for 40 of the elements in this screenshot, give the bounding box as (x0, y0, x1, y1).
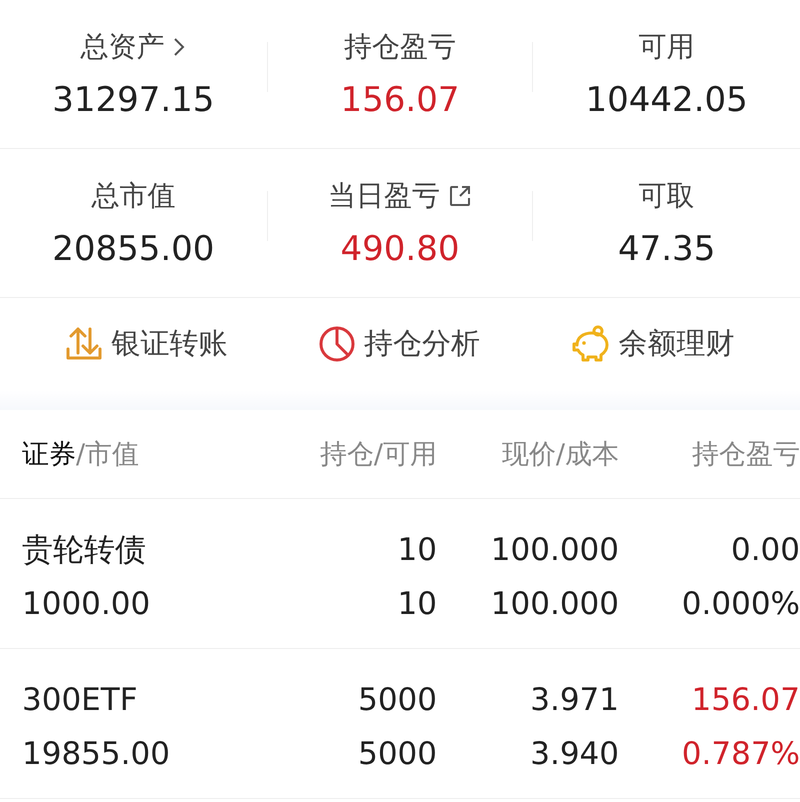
summary-value: 10442.05 (586, 80, 748, 120)
table-cell-text: 100.000 (490, 531, 619, 570)
summary-value: 31297.15 (52, 80, 214, 120)
table-cell-text: 100.000 (490, 585, 619, 624)
summary-label: 可取 (638, 178, 695, 214)
table-cell-text: 0.00 (730, 531, 800, 570)
table-cell-text: 0.000% (680, 585, 800, 624)
table-cell-text: 贵轮转债 (22, 531, 147, 570)
table-cell-text: 3.940 (529, 735, 619, 774)
summary-value: 490.80 (340, 229, 460, 269)
table-cell-text: 3.971 (529, 681, 619, 720)
table-cell-text: 1000.00 (22, 585, 152, 624)
table-cell-text: 19855.00 (22, 735, 171, 774)
summary-label: 可用 (638, 29, 695, 65)
table-cell-text: 10 (396, 531, 437, 570)
chevron-right-icon (172, 36, 186, 58)
action-link[interactable]: 余额理财 (570, 324, 735, 364)
external-link-icon (448, 184, 472, 208)
table-cell-text: 300ETF (22, 681, 139, 720)
summary-value: 20855.00 (52, 229, 214, 269)
piggy-bank-icon (570, 325, 611, 363)
table-cell-text: 5000 (357, 735, 437, 774)
table-cell-text: 156.07 (690, 681, 800, 720)
column-header: 证券 (22, 439, 76, 470)
summary-label: 总市值 (91, 178, 176, 214)
column-header: 现价/成本 (502, 439, 619, 470)
column-header: /市值 (76, 439, 140, 470)
table-cell-text: 0.787% (680, 735, 800, 774)
summary-value: 156.07 (340, 80, 460, 120)
table-cell-text: 5000 (357, 681, 437, 720)
action-link[interactable]: 持仓分析 (318, 324, 480, 364)
table-cell-text: 10 (396, 585, 437, 624)
summary-label: 持仓盈亏 (344, 29, 456, 65)
action-link[interactable]: 银证转账 (65, 324, 228, 364)
column-header: 持仓盈亏 (692, 439, 800, 470)
summary-label: 当日盈亏 (328, 178, 440, 214)
column-header: 持仓/可用 (320, 439, 437, 470)
summary-label: 总资产 (80, 29, 164, 65)
summary-value: 47.35 (618, 229, 716, 269)
pie-chart-icon (318, 325, 356, 363)
